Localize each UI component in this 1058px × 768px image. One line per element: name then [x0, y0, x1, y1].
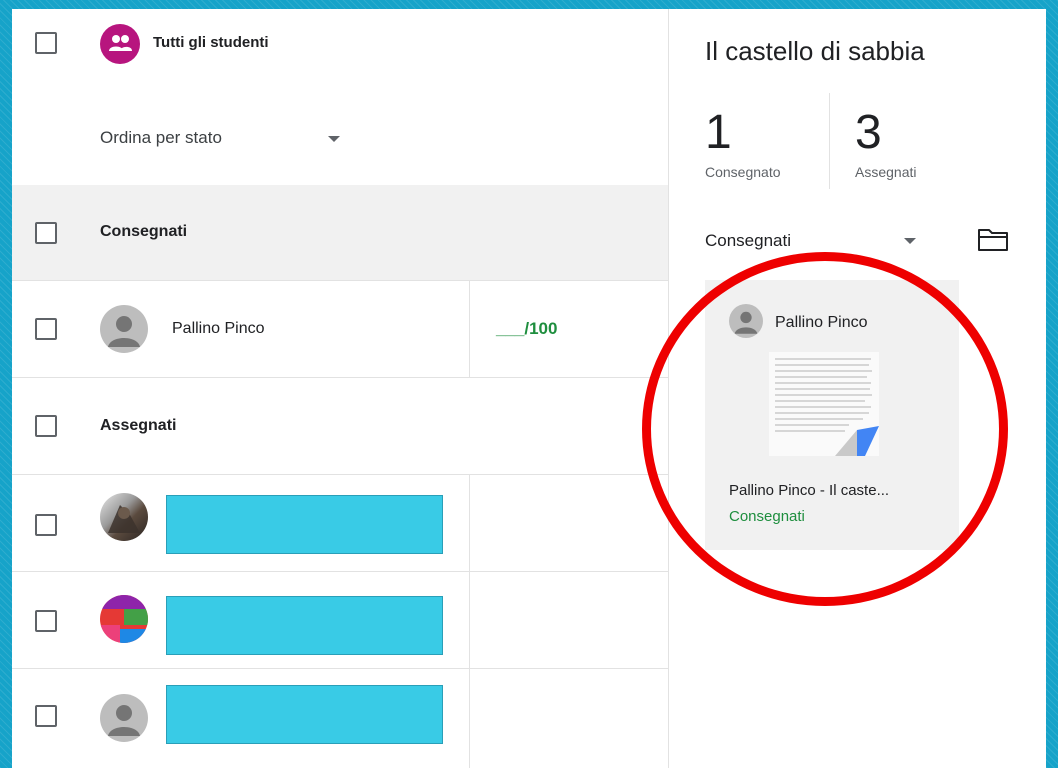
section-assigned: Assegnati	[12, 378, 668, 475]
classroom-panel: Tutti gli studenti Ordina per stato Cons…	[12, 9, 1046, 768]
doc-text-line	[775, 358, 871, 360]
assigned-count-label: Assegnati	[855, 164, 917, 180]
student-checkbox[interactable]	[35, 514, 57, 536]
turned-in-count-label: Consegnato	[705, 164, 781, 180]
person-icon	[108, 705, 140, 736]
sort-dropdown[interactable]: Ordina per stato	[100, 119, 360, 159]
doc-text-line	[775, 376, 867, 378]
column-divider	[469, 281, 470, 377]
student-row[interactable]	[12, 572, 668, 669]
redacted-student-name	[166, 596, 443, 655]
doc-text-line	[775, 418, 863, 420]
stat-divider	[829, 93, 830, 189]
filter-label: Consegnati	[705, 231, 792, 250]
filter-dropdown[interactable]: Consegnati	[705, 224, 935, 258]
column-divider	[469, 572, 470, 668]
doc-text-line	[775, 370, 872, 372]
student-checkbox[interactable]	[35, 610, 57, 632]
avatar	[100, 595, 148, 643]
folder-icon[interactable]	[977, 226, 1009, 252]
doc-text-line	[775, 388, 870, 390]
doc-text-line	[775, 394, 872, 396]
column-divider	[469, 669, 470, 768]
student-checkbox[interactable]	[35, 705, 57, 727]
grade-input[interactable]: ___/100	[496, 319, 557, 339]
student-row[interactable]	[12, 475, 668, 572]
avatar	[729, 304, 763, 338]
redacted-student-name	[166, 685, 443, 744]
people-icon	[109, 35, 132, 51]
section-assigned-label: Assegnati	[100, 417, 177, 434]
avatar	[100, 305, 148, 353]
document-thumbnail[interactable]	[769, 352, 879, 456]
photo-avatar-icon	[100, 595, 148, 643]
student-checkbox[interactable]	[35, 318, 57, 340]
section-assigned-checkbox[interactable]	[35, 415, 57, 437]
student-list: Tutti gli studenti Ordina per stato Cons…	[12, 9, 669, 768]
column-divider	[469, 475, 470, 571]
card-file-name[interactable]: Pallino Pinco - Il caste...	[729, 482, 889, 499]
select-all-checkbox[interactable]	[35, 32, 57, 54]
student-row[interactable]	[12, 669, 668, 768]
card-status: Consegnati	[729, 508, 805, 525]
person-icon	[108, 316, 140, 347]
student-row[interactable]: Pallino Pinco ___/100	[12, 281, 668, 378]
assignment-detail: Il castello di sabbia 1 Consegnato 3 Ass…	[669, 9, 1046, 768]
photo-avatar-icon	[108, 505, 140, 533]
section-turned-in-checkbox[interactable]	[35, 222, 57, 244]
student-name: Pallino Pinco	[172, 320, 265, 337]
doc-text-line	[775, 382, 871, 384]
dropdown-arrow-icon	[328, 136, 340, 142]
all-students-label: Tutti gli studenti	[153, 34, 269, 51]
document-icon	[835, 426, 879, 456]
turned-in-count: 1	[705, 106, 732, 159]
doc-text-line	[775, 364, 869, 366]
section-turned-in-label: Consegnati	[100, 223, 188, 240]
submission-card[interactable]: Pallino Pinco Pallino Pinco - Il caste..…	[705, 280, 959, 550]
sort-label: Ordina per stato	[100, 128, 222, 147]
avatar	[100, 694, 148, 742]
section-turned-in: Consegnati	[12, 185, 668, 281]
doc-text-line	[775, 406, 871, 408]
doc-text-line	[775, 412, 869, 414]
doc-text-line	[775, 400, 865, 402]
assigned-count: 3	[855, 106, 882, 159]
assignment-title: Il castello di sabbia	[705, 36, 925, 66]
group-avatar	[100, 24, 140, 64]
avatar	[100, 493, 148, 541]
card-student-name: Pallino Pinco	[775, 314, 868, 331]
redacted-student-name	[166, 495, 443, 554]
all-students-row: Tutti gli studenti	[12, 9, 668, 79]
dropdown-arrow-icon	[904, 238, 916, 244]
person-icon	[734, 311, 758, 334]
